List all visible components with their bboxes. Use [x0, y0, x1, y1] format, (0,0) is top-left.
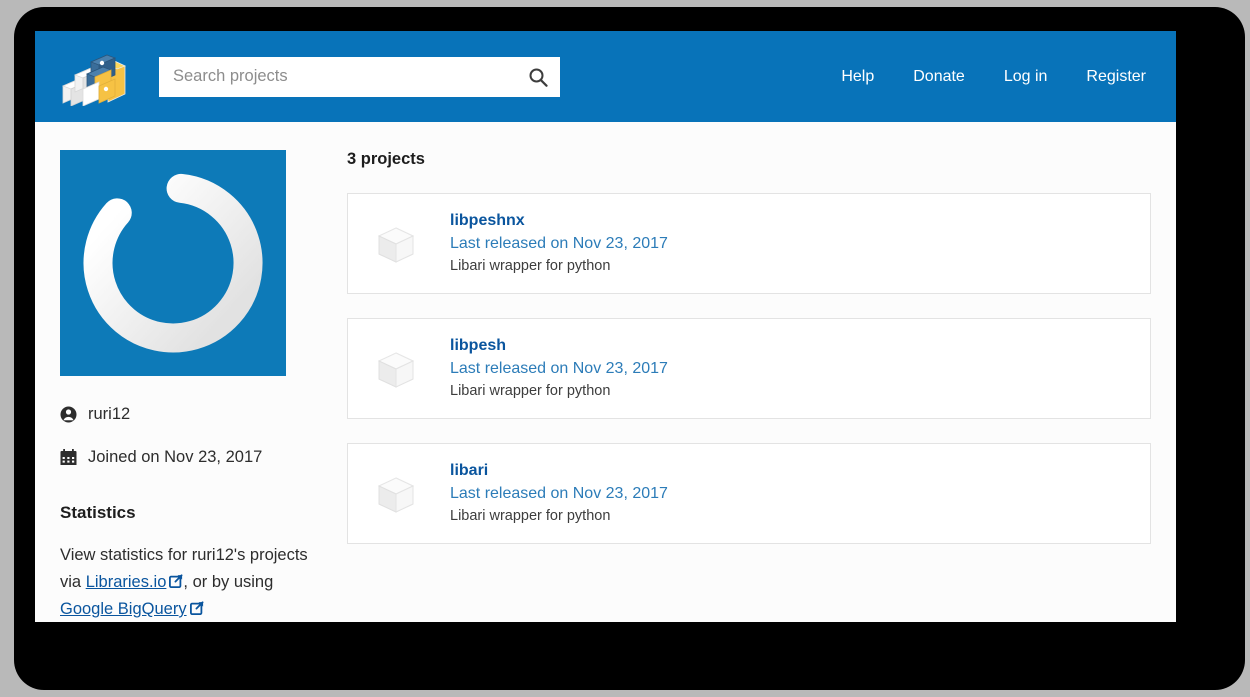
- statistics-text: View statistics for ruri12's projects vi…: [60, 542, 325, 622]
- search-box[interactable]: [159, 56, 560, 97]
- search-icon[interactable]: [528, 67, 548, 87]
- project-card-libari[interactable]: libari Last released on Nov 23, 2017 Lib…: [347, 443, 1151, 544]
- joined-text: Joined on Nov 23, 2017: [88, 448, 263, 466]
- external-link-icon: [189, 597, 204, 615]
- libraries-io-link[interactable]: Libraries.io: [86, 573, 167, 591]
- google-bigquery-link[interactable]: Google BigQuery: [60, 600, 187, 618]
- username-row: ruri12: [60, 405, 325, 424]
- project-description: Libari wrapper for python: [450, 508, 611, 524]
- nav-link-help[interactable]: Help: [841, 68, 874, 86]
- package-cube-icon: [374, 472, 418, 516]
- main-nav: Help Donate Log in Register: [841, 68, 1146, 86]
- projects-count: 3 projects: [347, 150, 425, 168]
- statistics-heading: Statistics: [60, 503, 136, 522]
- external-link-icon: [169, 570, 183, 588]
- username-text: ruri12: [88, 405, 131, 423]
- nav-link-login[interactable]: Log in: [1004, 68, 1048, 86]
- project-released: Last released on Nov 23, 2017: [450, 360, 668, 377]
- joined-row: Joined on Nov 23, 2017: [60, 448, 325, 467]
- search-input[interactable]: [173, 67, 528, 86]
- page-body: ruri12 Joined on Nov 23, 2017 Statistics…: [35, 122, 1176, 622]
- projects-list: libpeshnx Last released on Nov 23, 2017 …: [325, 193, 1151, 544]
- project-name: libari: [450, 462, 489, 479]
- calendar-icon: [60, 449, 77, 466]
- statistics-text-middle: , or by using: [183, 573, 274, 591]
- project-released: Last released on Nov 23, 2017: [450, 485, 668, 502]
- site-header: Help Donate Log in Register: [35, 31, 1176, 122]
- package-cube-icon: [374, 222, 418, 266]
- project-card-libpeshnx[interactable]: libpeshnx Last released on Nov 23, 2017 …: [347, 193, 1151, 294]
- project-description: Libari wrapper for python: [450, 258, 611, 274]
- user-circle-icon: [60, 406, 77, 423]
- nav-link-register[interactable]: Register: [1086, 68, 1146, 86]
- projects-main: 3 projects libpeshnx Last released on No…: [325, 150, 1176, 622]
- project-description: Libari wrapper for python: [450, 383, 611, 399]
- avatar: [60, 150, 286, 376]
- profile-sidebar: ruri12 Joined on Nov 23, 2017 Statistics…: [35, 150, 325, 622]
- package-cube-icon: [374, 347, 418, 391]
- pypi-logo-icon[interactable]: [57, 48, 132, 107]
- project-released: Last released on Nov 23, 2017: [450, 235, 668, 252]
- nav-link-donate[interactable]: Donate: [913, 68, 965, 86]
- browser-viewport: Help Donate Log in Register: [35, 31, 1176, 622]
- project-name: libpesh: [450, 337, 507, 354]
- project-name: libpeshnx: [450, 212, 525, 229]
- project-card-libpesh[interactable]: libpesh Last released on Nov 23, 2017 Li…: [347, 318, 1151, 419]
